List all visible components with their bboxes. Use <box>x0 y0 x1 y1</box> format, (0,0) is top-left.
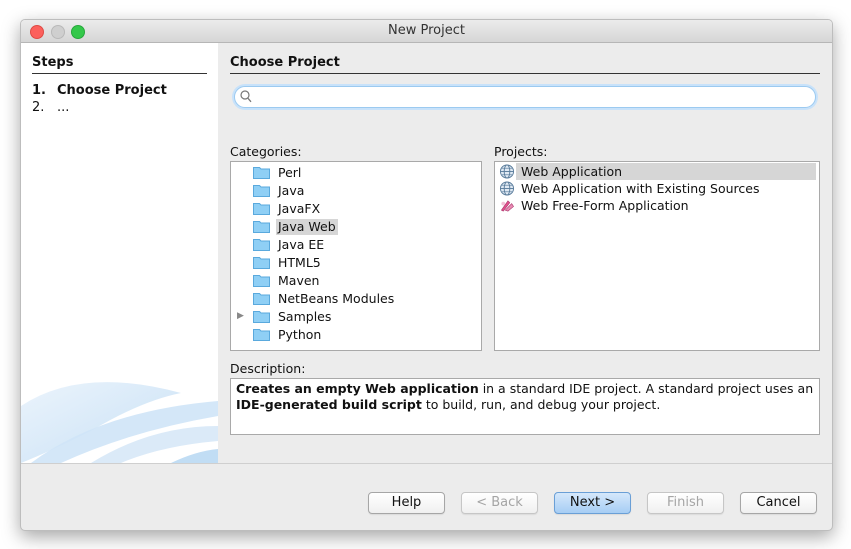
folder-icon <box>253 203 270 215</box>
category-label: JavaFX <box>278 201 321 216</box>
folder-icon <box>253 293 270 305</box>
category-label: Python <box>278 327 322 342</box>
folder-icon <box>253 167 270 179</box>
project-label: Web Application <box>521 164 623 179</box>
description-bold: Creates an empty Web application <box>236 381 479 396</box>
globe-icon <box>499 164 515 179</box>
zoom-window-button[interactable] <box>71 25 85 39</box>
cancel-button[interactable]: Cancel <box>740 492 817 514</box>
globe-icon <box>499 181 515 196</box>
folder-icon <box>253 311 270 323</box>
description-plain: in a standard IDE project. A standard pr… <box>478 381 814 396</box>
new-project-dialog: New Project Steps 1. Choose Project 2....… <box>20 19 833 531</box>
minimize-window-button[interactable] <box>51 25 65 39</box>
window-title: New Project <box>388 23 465 38</box>
project-item-web-free-form-application[interactable]: Web Free-Form Application <box>496 197 818 214</box>
netbeans-swoosh-graphic <box>21 382 218 463</box>
expand-arrow-icon[interactable]: ▶ <box>237 311 244 321</box>
category-item-java[interactable]: Java <box>231 182 479 200</box>
next-button[interactable]: Next > <box>554 492 631 514</box>
search-input[interactable] <box>254 88 804 104</box>
project-label: Web Application with Existing Sources <box>521 181 760 196</box>
projects-label: Projects: <box>494 144 548 159</box>
description-plain: to build, run, and debug your project. <box>421 397 661 412</box>
step-2: 2.... <box>32 100 69 115</box>
steps-panel: Steps 1. Choose Project 2.... <box>21 43 218 463</box>
project-item-web-application[interactable]: Web Application <box>496 163 818 180</box>
category-label: NetBeans Modules <box>278 291 395 306</box>
step-1: 1. Choose Project <box>32 83 167 98</box>
category-label: Maven <box>278 273 320 288</box>
category-item-python[interactable]: Python <box>231 326 479 344</box>
folder-icon <box>253 185 270 197</box>
folder-icon <box>253 275 270 287</box>
category-item-java-web[interactable]: Java Web <box>231 218 479 236</box>
category-label: HTML5 <box>278 255 321 270</box>
category-label: Perl <box>278 165 302 180</box>
category-label: Java EE <box>278 237 325 252</box>
categories-list[interactable]: Perl Java JavaFX Java Web Java EE HTML5 <box>230 161 482 351</box>
step-number: 2. <box>32 100 45 115</box>
step-number: 1. <box>32 83 46 98</box>
category-label: Java Web <box>276 219 338 235</box>
footer-divider <box>21 463 832 464</box>
search-icon <box>240 90 252 103</box>
close-window-button[interactable] <box>30 25 44 39</box>
folder-icon <box>253 329 270 341</box>
category-item-maven[interactable]: Maven <box>231 272 479 290</box>
category-label: Samples <box>278 309 332 324</box>
description-bold: IDE-generated build script <box>236 397 422 412</box>
step-label: ... <box>57 100 70 115</box>
category-item-javafx[interactable]: JavaFX <box>231 200 479 218</box>
project-item-web-application-existing-sources[interactable]: Web Application with Existing Sources <box>496 180 818 197</box>
folder-icon <box>253 221 270 233</box>
category-item-html5[interactable]: HTML5 <box>231 254 479 272</box>
freeform-app-icon <box>500 200 514 212</box>
category-item-java-ee[interactable]: Java EE <box>231 236 479 254</box>
finish-button[interactable]: Finish <box>647 492 724 514</box>
help-button[interactable]: Help <box>368 492 445 514</box>
category-item-perl[interactable]: Perl <box>231 164 479 182</box>
search-field[interactable] <box>234 86 816 108</box>
step-label: Choose Project <box>57 83 167 98</box>
description-label: Description: <box>230 361 306 376</box>
categories-label: Categories: <box>230 144 302 159</box>
category-item-samples[interactable]: ▶ Samples <box>231 308 479 326</box>
projects-list[interactable]: Web Application Web Application with Exi… <box>494 161 820 351</box>
back-button[interactable]: < Back <box>461 492 538 514</box>
description-text: Creates an empty Web application in a st… <box>230 378 820 435</box>
project-label: Web Free-Form Application <box>521 198 689 213</box>
title-bar: New Project <box>21 20 832 43</box>
choose-project-header: Choose Project <box>230 55 820 74</box>
category-label: Java <box>278 183 305 198</box>
category-item-netbeans-modules[interactable]: NetBeans Modules <box>231 290 479 308</box>
steps-header: Steps <box>32 55 207 74</box>
folder-icon <box>253 239 270 251</box>
folder-icon <box>253 257 270 269</box>
